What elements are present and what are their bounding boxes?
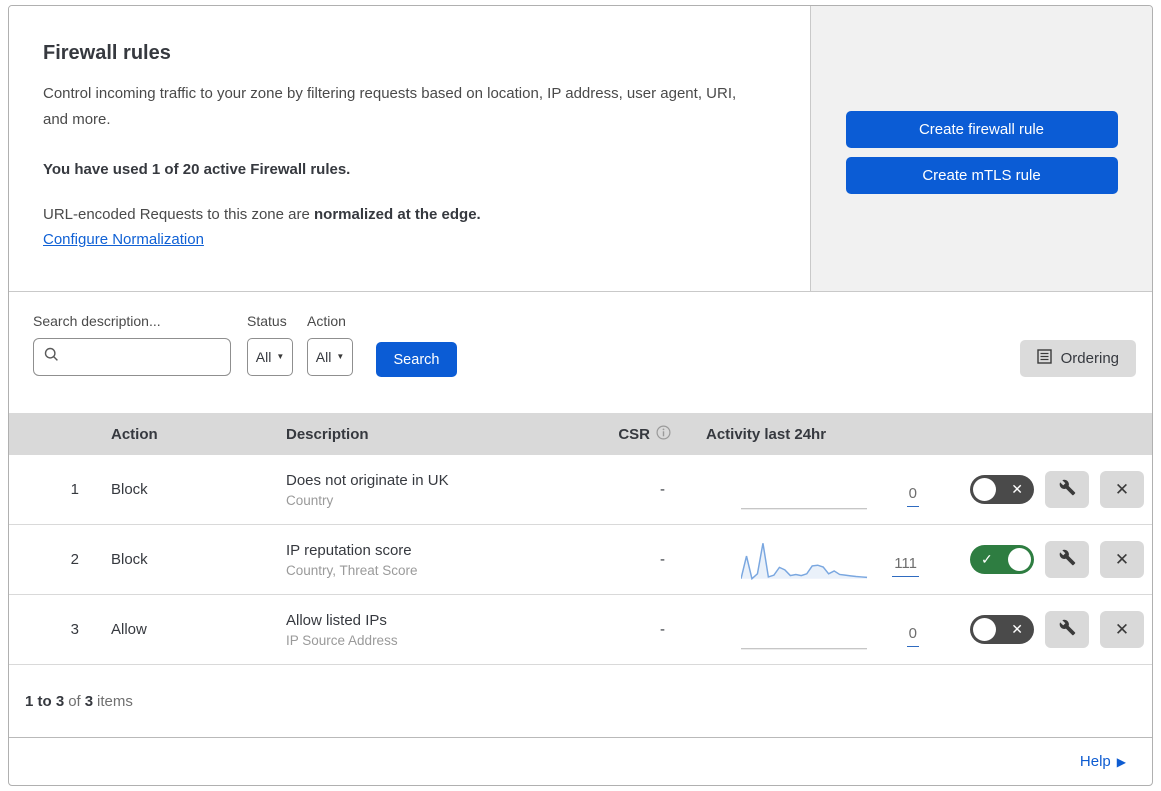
cross-icon: ✕ bbox=[1011, 480, 1023, 497]
rule-action: Allow bbox=[111, 621, 147, 638]
close-icon: ✕ bbox=[1114, 549, 1130, 569]
pagination-range: 1 to 3 bbox=[25, 692, 65, 710]
rule-csr: - bbox=[660, 621, 665, 638]
rule-action: Block bbox=[111, 551, 148, 568]
magnifier-icon bbox=[44, 347, 59, 367]
header-description: Description bbox=[286, 425, 369, 443]
enable-toggle[interactable]: ✓ ✕ bbox=[970, 545, 1034, 574]
normalization-prefix: URL-encoded Requests to this zone are bbox=[43, 206, 314, 223]
actions-panel: Create firewall rule Create mTLS rule bbox=[811, 6, 1152, 291]
activity-count-link[interactable]: 111 bbox=[892, 555, 919, 577]
status-dropdown[interactable]: All ▼ bbox=[247, 338, 293, 376]
header-activity: Activity last 24hr bbox=[706, 425, 827, 443]
rule-fields: Country bbox=[286, 492, 334, 508]
intro-section: Firewall rules Control incoming traffic … bbox=[9, 6, 1152, 292]
enable-toggle[interactable]: ✓ ✕ bbox=[970, 475, 1034, 504]
status-dropdown-value: All bbox=[255, 349, 272, 365]
normalization-note: URL-encoded Requests to this zone are no… bbox=[43, 206, 770, 223]
activity-count-link[interactable]: 0 bbox=[906, 485, 919, 507]
info-icon[interactable] bbox=[656, 424, 671, 444]
help-bar: Help ▶ bbox=[9, 738, 1152, 785]
close-icon: ✕ bbox=[1114, 479, 1130, 499]
table-header: Action Description CSR Activity last 24h… bbox=[9, 413, 1152, 455]
activity-sparkline bbox=[741, 507, 868, 509]
chevron-down-icon: ▼ bbox=[276, 352, 285, 361]
header-csr: CSR bbox=[601, 424, 681, 444]
pagination-total: 3 bbox=[84, 692, 94, 710]
rule-description: IP reputation score bbox=[286, 541, 412, 559]
configure-normalization-link[interactable]: Configure Normalization bbox=[43, 231, 204, 248]
rule-description: Allow listed IPs bbox=[286, 611, 387, 629]
create-firewall-rule-button[interactable]: Create firewall rule bbox=[845, 111, 1118, 148]
rule-description: Does not originate in UK bbox=[286, 471, 449, 489]
search-button[interactable]: Search bbox=[376, 342, 457, 377]
search-label: Search description... bbox=[33, 313, 161, 329]
page-title: Firewall rules bbox=[43, 42, 171, 64]
ordering-list-icon bbox=[1036, 349, 1052, 368]
arrow-right-icon: ▶ bbox=[1116, 754, 1126, 769]
table-row: 2 Block IP reputation score Country, Thr… bbox=[9, 525, 1152, 595]
activity-sparkline bbox=[741, 542, 868, 580]
normalization-bold: normalized at the edge. bbox=[314, 206, 481, 223]
status-label: Status bbox=[247, 313, 287, 329]
delete-rule-button[interactable]: ✕ bbox=[1100, 471, 1144, 508]
rule-priority: 1 bbox=[70, 481, 79, 498]
rule-fields: Country, Threat Score bbox=[286, 562, 418, 578]
pagination-items: items bbox=[97, 692, 133, 710]
rule-priority: 3 bbox=[70, 621, 79, 638]
ordering-button-label: Ordering bbox=[1060, 350, 1119, 367]
close-icon: ✕ bbox=[1114, 619, 1130, 639]
check-icon: ✓ bbox=[981, 550, 993, 567]
table-row: 1 Block Does not originate in UK Country… bbox=[9, 455, 1152, 525]
activity-sparkline bbox=[741, 647, 868, 649]
header-csr-label: CSR bbox=[618, 425, 650, 443]
rule-activity: 0 bbox=[681, 469, 961, 511]
help-link[interactable]: Help ▶ bbox=[1080, 753, 1126, 770]
edit-rule-button[interactable] bbox=[1045, 471, 1089, 508]
table-row: 3 Allow Allow listed IPs IP Source Addre… bbox=[9, 595, 1152, 665]
activity-count-link[interactable]: 0 bbox=[906, 625, 919, 647]
toggle-knob bbox=[1008, 548, 1031, 571]
chevron-down-icon: ▼ bbox=[336, 352, 345, 361]
header-action: Action bbox=[111, 425, 158, 443]
ordering-button[interactable]: Ordering bbox=[1019, 340, 1136, 377]
firewall-rules-card: Firewall rules Control incoming traffic … bbox=[8, 5, 1153, 786]
pagination-of: of bbox=[68, 692, 81, 710]
delete-rule-button[interactable]: ✕ bbox=[1100, 611, 1144, 648]
page-description: Control incoming traffic to your zone by… bbox=[43, 85, 737, 128]
intro-text-panel: Firewall rules Control incoming traffic … bbox=[9, 6, 811, 291]
delete-rule-button[interactable]: ✕ bbox=[1100, 541, 1144, 578]
edit-rule-button[interactable] bbox=[1045, 611, 1089, 648]
toggle-knob bbox=[973, 618, 996, 641]
search-input[interactable] bbox=[67, 349, 217, 365]
rule-priority: 2 bbox=[70, 551, 79, 568]
search-box bbox=[33, 338, 231, 376]
action-dropdown[interactable]: All ▼ bbox=[307, 338, 353, 376]
edit-rule-button[interactable] bbox=[1045, 541, 1089, 578]
help-link-label: Help bbox=[1079, 753, 1111, 770]
create-mtls-rule-button[interactable]: Create mTLS rule bbox=[845, 157, 1118, 194]
wrench-icon bbox=[1059, 549, 1076, 571]
rule-activity: 111 bbox=[681, 539, 961, 581]
action-dropdown-value: All bbox=[315, 349, 332, 365]
toggle-knob bbox=[973, 478, 996, 501]
filter-bar: Search description... Status All ▼ Actio… bbox=[9, 292, 1152, 413]
rule-activity: 0 bbox=[681, 609, 961, 651]
rule-csr: - bbox=[660, 551, 665, 568]
action-label: Action bbox=[307, 313, 346, 329]
rule-fields: IP Source Address bbox=[286, 632, 398, 648]
rule-csr: - bbox=[660, 481, 665, 498]
pagination: 1 to 3 of 3 items bbox=[9, 665, 1152, 738]
enable-toggle[interactable]: ✓ ✕ bbox=[970, 615, 1034, 644]
rule-action: Block bbox=[111, 481, 148, 498]
wrench-icon bbox=[1059, 619, 1076, 641]
wrench-icon bbox=[1059, 479, 1076, 501]
cross-icon: ✕ bbox=[1011, 620, 1023, 637]
usage-note: You have used 1 of 20 active Firewall ru… bbox=[43, 161, 351, 178]
